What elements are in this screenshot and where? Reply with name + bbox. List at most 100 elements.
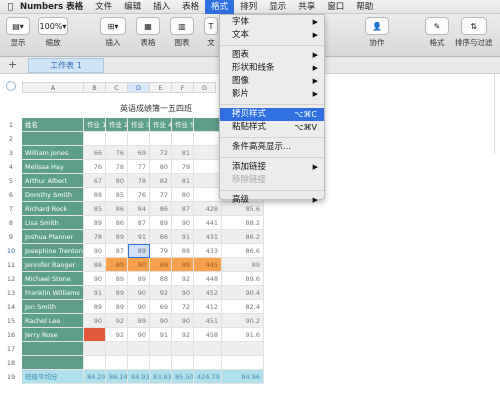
score-cell[interactable] [150, 356, 172, 370]
row-header[interactable]: 19 [4, 373, 18, 381]
score-cell[interactable]: 451 [194, 314, 222, 328]
score-cell[interactable]: 458 [194, 328, 222, 342]
score-cell[interactable] [194, 188, 222, 202]
score-cell[interactable]: 89 [84, 300, 106, 314]
name-cell[interactable]: Joshua Planner [22, 230, 84, 244]
score-cell[interactable]: 80 [172, 188, 194, 202]
score-cell[interactable]: 89 [106, 272, 128, 286]
format-menu-item[interactable]: 文本 ▶ [220, 29, 324, 42]
zoom-select[interactable]: 100% ▾ [38, 17, 68, 35]
menu-view[interactable]: 显示 [263, 0, 292, 14]
row-header[interactable]: 9 [4, 233, 18, 241]
score-cell[interactable]: 80 [150, 160, 172, 174]
score-cell[interactable]: 78 [106, 160, 128, 174]
name-cell[interactable]: Jerry Rose [22, 328, 84, 342]
score-cell[interactable] [172, 342, 194, 356]
score-cell[interactable] [150, 132, 172, 146]
score-cell[interactable]: 89 [106, 286, 128, 300]
footer-cell[interactable]: 85.50 [172, 370, 194, 384]
chart-tool[interactable]: ▥ 图表 [170, 17, 194, 48]
row-header[interactable]: 14 [4, 303, 18, 311]
score-cell[interactable]: 86 [150, 230, 172, 244]
row-header[interactable]: 17 [4, 345, 18, 353]
score-cell[interactable]: 82 [150, 174, 172, 188]
score-cell[interactable]: 441 [194, 216, 222, 230]
score-cell[interactable]: 81 [172, 174, 194, 188]
score-cell[interactable]: 431 [194, 230, 222, 244]
score-cell[interactable] [222, 342, 264, 356]
footer-cell[interactable]: 84.96 [222, 370, 264, 384]
score-cell[interactable]: 79 [172, 160, 194, 174]
table-handle-icon[interactable] [6, 81, 16, 91]
footer-cell[interactable]: 84.29 [84, 370, 106, 384]
zoom-tool[interactable]: 100% ▾ 缩放 [38, 17, 68, 48]
insert-tool[interactable]: ⊞▾ 插入 [100, 17, 126, 48]
score-cell[interactable]: 412 [194, 300, 222, 314]
score-cell[interactable] [194, 132, 222, 146]
score-cell[interactable]: 76 [128, 188, 150, 202]
header-cell[interactable]: 姓名 [22, 118, 84, 132]
column-header-c[interactable]: C [106, 82, 128, 93]
name-cell[interactable]: Michael Stone [22, 272, 84, 286]
score-cell[interactable]: 90 [172, 314, 194, 328]
score-cell[interactable]: 90 [172, 286, 194, 300]
score-cell[interactable]: 445 [194, 258, 222, 272]
row-header[interactable]: 11 [4, 261, 18, 269]
score-cell[interactable] [194, 174, 222, 188]
format-brush-icon[interactable]: ✎ [425, 17, 449, 35]
format-tool[interactable]: ✎ 格式 [425, 17, 449, 48]
row-header[interactable]: 5 [4, 177, 18, 185]
score-cell[interactable]: 81 [172, 146, 194, 160]
sort-filter-tool[interactable]: ⇅ 排序与过滤 [455, 17, 493, 48]
footer-cell[interactable]: 424.79 [194, 370, 222, 384]
row-header[interactable]: 10 [4, 247, 18, 255]
format-menu-item[interactable]: 条件高亮显示... [220, 141, 324, 154]
score-cell[interactable]: 80 [106, 174, 128, 188]
score-cell[interactable]: 452 [194, 286, 222, 300]
score-cell[interactable] [194, 146, 222, 160]
score-cell[interactable] [84, 328, 106, 342]
score-cell[interactable] [84, 342, 106, 356]
score-cell[interactable]: 92 [106, 314, 128, 328]
footer-cell[interactable]: 86.14 [106, 370, 128, 384]
table-icon[interactable]: ▦ [136, 17, 160, 35]
score-cell[interactable]: 89 [84, 216, 106, 230]
score-cell[interactable]: 89 [106, 300, 128, 314]
score-cell[interactable]: 85 [84, 202, 106, 216]
score-cell[interactable] [128, 342, 150, 356]
score-cell[interactable]: 82.4 [222, 300, 264, 314]
menu-table[interactable]: 表格 [176, 0, 205, 14]
menu-file[interactable]: 文件 [89, 0, 118, 14]
row-header[interactable]: 6 [4, 191, 18, 199]
format-menu-item[interactable]: 形状和线条 ▶ [220, 62, 324, 75]
text-tool[interactable]: T 文 [204, 17, 218, 48]
score-cell[interactable]: 89 [128, 244, 150, 258]
score-cell[interactable] [84, 132, 106, 146]
row-header[interactable]: 15 [4, 317, 18, 325]
sort-filter-icon[interactable]: ⇅ [460, 17, 487, 35]
score-cell[interactable]: 90 [84, 314, 106, 328]
name-cell[interactable] [22, 342, 84, 356]
score-cell[interactable]: 78 [84, 230, 106, 244]
row-header[interactable]: 2 [4, 135, 18, 143]
column-header-b[interactable]: B [84, 82, 106, 93]
score-cell[interactable]: 72 [150, 146, 172, 160]
score-cell[interactable]: 91 [172, 230, 194, 244]
score-cell[interactable]: 86.2 [222, 230, 264, 244]
score-cell[interactable] [106, 132, 128, 146]
score-cell[interactable]: 92 [106, 328, 128, 342]
name-cell[interactable]: Dorothy Smith [22, 188, 84, 202]
score-cell[interactable]: 89 [150, 216, 172, 230]
score-cell[interactable]: 69 [150, 300, 172, 314]
score-cell[interactable]: 88.2 [222, 216, 264, 230]
score-cell[interactable]: 88 [84, 188, 106, 202]
display-tool[interactable]: ▤▾ 显示 [6, 17, 30, 48]
row-header[interactable]: 12 [4, 275, 18, 283]
score-cell[interactable]: 87 [172, 202, 194, 216]
format-menu-item[interactable]: 添加链接 ▶ [220, 161, 324, 174]
table-tool[interactable]: ▦ 表格 [136, 17, 160, 48]
score-cell[interactable]: 91 [128, 230, 150, 244]
column-header-a[interactable]: A [22, 82, 84, 93]
score-cell[interactable]: 67 [84, 174, 106, 188]
column-header-d[interactable]: D [128, 82, 150, 93]
